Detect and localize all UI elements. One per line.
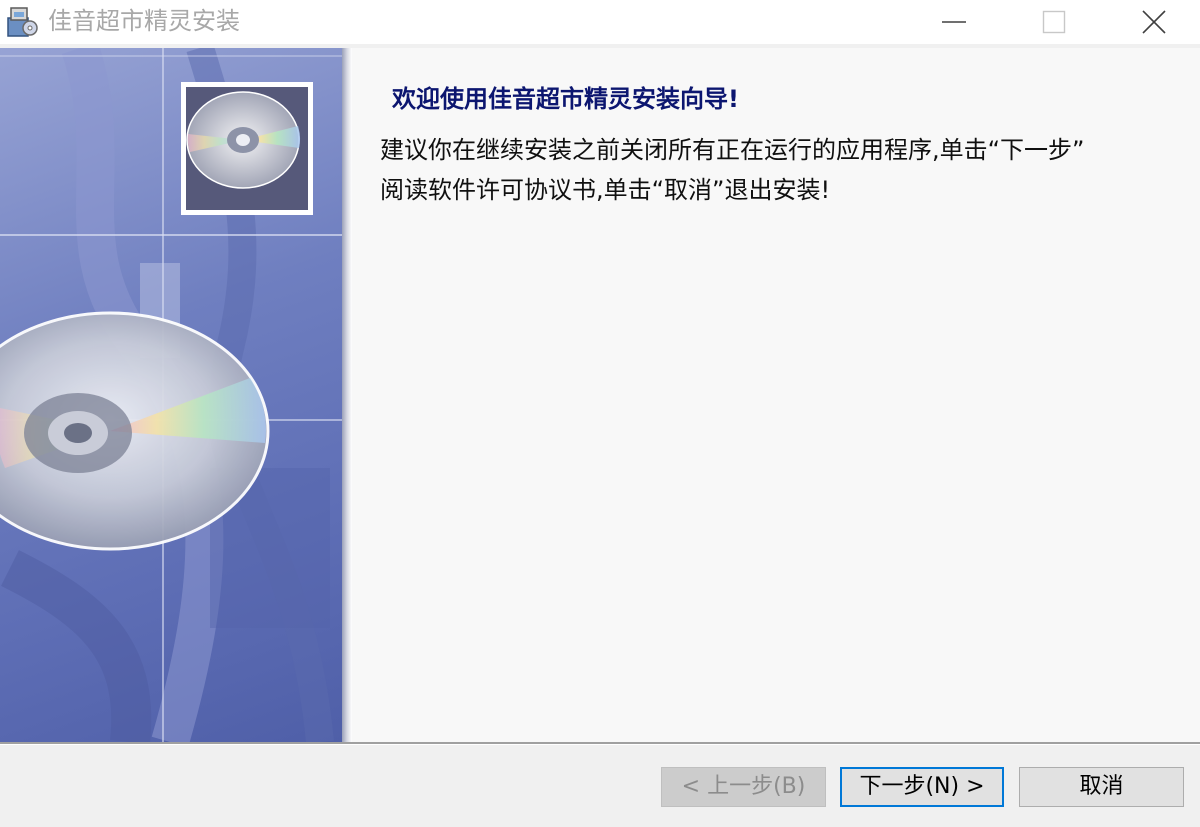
installer-window: 佳音超市精灵安装 欢迎使用佳音超市精灵安装向导! 建议你在继续安装之前关闭所有正…: [0, 0, 1200, 827]
welcome-message-line-1: 建议你在继续安装之前关闭所有正在运行的应用程序,单击“下一步”: [380, 136, 1085, 164]
minimize-button[interactable]: [908, 0, 1000, 44]
window-title: 佳音超市精灵安装: [48, 7, 240, 35]
maximize-icon: [1042, 10, 1066, 34]
welcome-heading: 欢迎使用佳音超市精灵安装向导!: [392, 85, 739, 113]
wizard-content: 欢迎使用佳音超市精灵安装向导! 建议你在继续安装之前关闭所有正在运行的应用程序,…: [0, 48, 1200, 742]
welcome-message: 建议你在继续安装之前关闭所有正在运行的应用程序,单击“下一步” 阅读软件许可协议…: [380, 130, 1190, 210]
back-button[interactable]: < 上一步(B): [661, 767, 826, 807]
close-button[interactable]: [1108, 0, 1200, 44]
close-icon: [1142, 10, 1166, 34]
minimize-icon: [942, 21, 966, 23]
cancel-button[interactable]: 取消: [1019, 767, 1184, 807]
installer-icon[interactable]: [4, 4, 40, 40]
banner-edge-shadow: [342, 48, 352, 742]
cd-disc-banner-image: [0, 48, 342, 742]
title-bar[interactable]: 佳音超市精灵安装: [0, 0, 1200, 44]
maximize-button[interactable]: [1008, 0, 1100, 44]
wizard-footer: < 上一步(B) 下一步(N) > 取消: [0, 745, 1200, 827]
next-button[interactable]: 下一步(N) >: [840, 767, 1004, 807]
welcome-message-line-2: 阅读软件许可协议书,单击“取消”退出安装!: [380, 176, 831, 204]
